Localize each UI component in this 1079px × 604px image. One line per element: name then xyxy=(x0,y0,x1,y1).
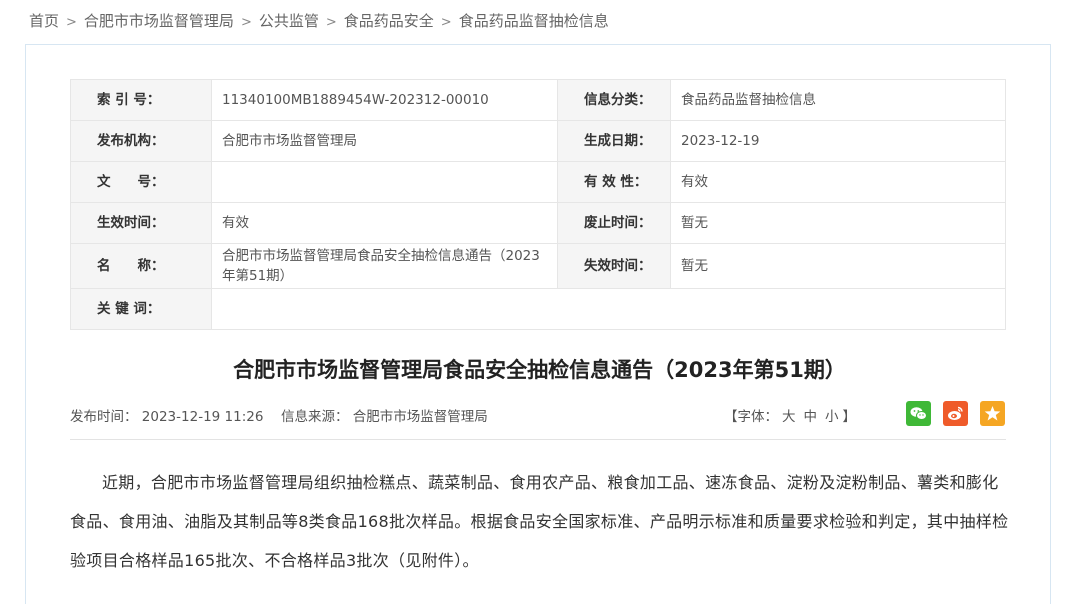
metadata-row: 名 称： 合肥市市场监督管理局食品安全抽检信息通告（2023年第51期） 失效时… xyxy=(70,243,1006,289)
name-label: 名 称： xyxy=(70,243,212,289)
breadcrumb-separator: > xyxy=(240,15,252,30)
created-date-label: 生成日期： xyxy=(557,120,671,162)
weibo-icon xyxy=(948,406,963,420)
keywords-label: 关 键 词： xyxy=(70,288,212,330)
font-medium-button[interactable]: 中 xyxy=(804,409,818,425)
publish-time: 发布时间： 2023-12-19 11:26 xyxy=(70,409,264,425)
expire-time-label: 失效时间： xyxy=(557,243,671,289)
category-label: 信息分类： xyxy=(557,79,671,121)
divider xyxy=(70,439,1006,440)
effective-time-label: 生效时间： xyxy=(70,202,212,244)
abolished-time-label: 废止时间： xyxy=(557,202,671,244)
breadcrumb-separator: > xyxy=(66,15,77,30)
favorite-button[interactable] xyxy=(980,401,1005,426)
font-size-label: 【字体： xyxy=(724,409,778,425)
expire-time-value: 暂无 xyxy=(670,243,1006,289)
breadcrumb-public-supervision[interactable]: 公共监管 xyxy=(259,12,319,30)
metadata-row: 生效时间： 有效 废止时间： 暂无 xyxy=(70,202,1006,244)
article-info-bar: 发布时间： 2023-12-19 11:26 信息来源： 合肥市市场监督管理局 … xyxy=(70,401,1006,426)
name-value: 合肥市市场监督管理局食品安全抽检信息通告（2023年第51期） xyxy=(211,243,558,289)
effective-time-value: 有效 xyxy=(211,202,558,244)
font-size-label-close: 】 xyxy=(842,409,857,425)
breadcrumb-bureau[interactable]: 合肥市市场监督管理局 xyxy=(84,12,234,30)
font-size-control: 【字体：大中小】 xyxy=(724,405,856,425)
star-icon xyxy=(984,406,1001,421)
publisher-value: 合肥市市场监督管理局 xyxy=(211,120,558,162)
breadcrumb-separator: > xyxy=(440,15,452,30)
metadata-row: 文 号： 有 效 性： 有效 xyxy=(70,161,1006,203)
font-small-button[interactable]: 小 xyxy=(825,409,839,425)
font-large-button[interactable]: 大 xyxy=(782,409,796,425)
validity-value: 有效 xyxy=(670,161,1006,203)
metadata-row: 索 引 号： 11340100MB1889454W-202312-00010 信… xyxy=(70,79,1006,121)
metadata-row: 关 键 词： xyxy=(70,288,1006,330)
index-label: 索 引 号： xyxy=(70,79,212,121)
breadcrumb-food-drug-safety[interactable]: 食品药品安全 xyxy=(344,12,434,30)
breadcrumb-inspection-info[interactable]: 食品药品监督抽检信息 xyxy=(459,12,609,30)
breadcrumb: 首页 > 合肥市市场监督管理局 > 公共监管 > 食品药品安全 > 食品药品监督抽检信息 xyxy=(29,10,609,31)
weibo-share-button[interactable] xyxy=(943,401,968,426)
category-value: 食品药品监督抽检信息 xyxy=(670,79,1006,121)
abolished-time-value: 暂无 xyxy=(670,202,1006,244)
wechat-share-button[interactable] xyxy=(906,401,931,426)
created-date-value: 2023-12-19 xyxy=(670,120,1006,162)
index-value: 11340100MB1889454W-202312-00010 xyxy=(211,79,558,121)
metadata-table: 索 引 号： 11340100MB1889454W-202312-00010 信… xyxy=(70,79,1006,330)
info-source: 信息来源： 合肥市市场监督管理局 xyxy=(281,409,488,425)
breadcrumb-separator: > xyxy=(325,15,337,30)
article-body: 近期，合肥市市场监督管理局组织抽检糕点、蔬菜制品、食用农产品、粮食加工品、速冻食… xyxy=(70,473,1009,570)
article-title: 合肥市市场监督管理局食品安全抽检信息通告（2023年第51期） xyxy=(233,358,846,382)
doc-number-value xyxy=(211,161,558,203)
publisher-label: 发布机构： xyxy=(70,120,212,162)
keywords-value xyxy=(211,288,1006,330)
doc-number-label: 文 号： xyxy=(70,161,212,203)
breadcrumb-home[interactable]: 首页 xyxy=(29,12,59,30)
validity-label: 有 效 性： xyxy=(557,161,671,203)
metadata-row: 发布机构： 合肥市市场监督管理局 生成日期： 2023-12-19 xyxy=(70,120,1006,162)
wechat-icon xyxy=(910,407,927,420)
